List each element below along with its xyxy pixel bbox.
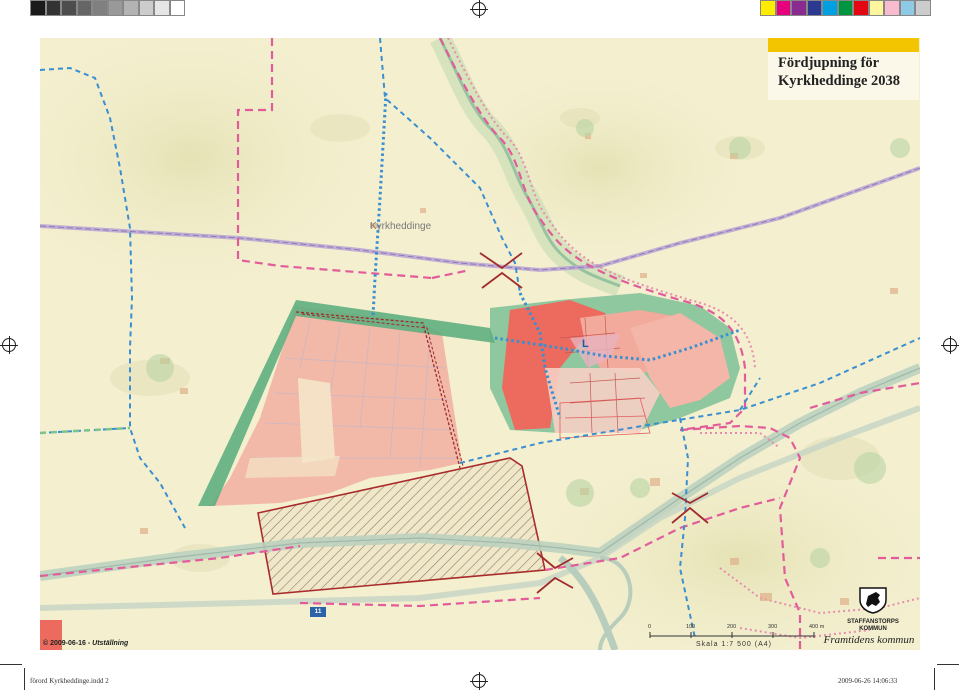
color-swatch [868,0,884,16]
map-svg [40,38,920,650]
title-accent-bar [768,38,919,52]
color-swatch [837,0,853,16]
scale-tick: 0 [648,624,652,630]
color-swatch [92,0,108,16]
color-swatch [822,0,838,16]
footer-file: förord Kyrkheddinge.indd 2 [30,677,109,685]
road-number-badge: 11 [310,607,326,617]
color-swatch [853,0,869,16]
map-title-box: Fördjupning för Kyrkheddinge 2038 [768,38,919,100]
color-swatch [806,0,822,16]
color-swatch [915,0,931,16]
map-title: Fördjupning för Kyrkheddinge 2038 [768,52,919,90]
crop-mark [0,664,22,665]
place-label-kyrkheddinge: Kyrkheddinge [370,221,432,232]
color-swatch [154,0,170,16]
registration-mark-right [941,336,959,354]
color-swatch [76,0,92,16]
crop-mark [937,664,959,665]
registration-mark-top [470,0,488,18]
registration-mark-left [0,336,18,354]
coat-of-arms-icon [859,587,887,614]
color-swatch [45,0,61,16]
process-color-bar [760,0,931,18]
stamp-date: © 2009-06-16 - [43,640,93,647]
logo-name-line2: KOMMUN [859,626,887,632]
scale-tick: 400 m [809,624,825,630]
map-title-line1: Fördjupning för [778,55,880,71]
map-canvas: Kyrkheddinge L [40,38,920,650]
scale-tick: 300 [768,624,778,630]
municipality-logo: STAFFANSTORPS KOMMUN Framtidens kommun [824,586,918,648]
area-letter-label: L [582,338,589,350]
map-stamp: © 2009-06-16 - Utställning [43,640,128,647]
crop-mark [24,668,25,690]
color-swatch [760,0,776,16]
scale-text: Skala 1:7 500 (A4) [696,641,772,648]
scale-tick: 100 [686,624,696,630]
footer-datetime: 2009-06-26 14:06:33 [838,677,898,685]
logo-name-line1: STAFFANSTORPS [847,619,899,625]
grayscale-color-bar [30,0,185,18]
color-swatch [123,0,139,16]
crop-mark [934,668,935,690]
color-swatch [884,0,900,16]
color-swatch [791,0,807,16]
color-swatch [899,0,915,16]
logo-tagline: Framtidens kommun [823,634,915,646]
color-swatch [107,0,123,16]
map-title-line2: Kyrkheddinge 2038 [778,73,901,89]
color-swatch [30,0,46,16]
registration-mark-bottom [470,672,488,690]
color-swatch [138,0,154,16]
color-swatch [169,0,185,16]
scale-tick: 200 [727,624,737,630]
color-swatch [775,0,791,16]
color-swatch [61,0,77,16]
stamp-status: Utställning [92,640,129,647]
